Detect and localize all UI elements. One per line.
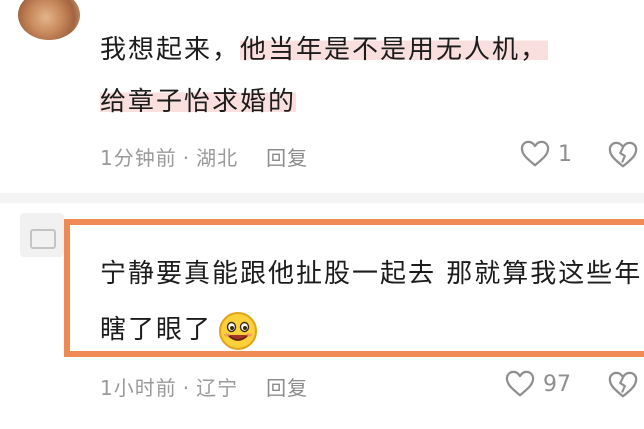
dislike-icon[interactable]: [608, 370, 638, 400]
comment-text: 我想起来，他当年是不是用无人机， 给章子怡求婚的: [100, 24, 640, 128]
heart-icon: [505, 370, 535, 397]
avatar[interactable]: [20, 213, 64, 257]
comment-text-body: 宁静要真能跟他扯股一起去 那就算我这些年瞎了眼了: [100, 259, 643, 345]
comment-location: 湖北: [196, 146, 239, 170]
comment-meta: 1小时前 · 辽宁 回复: [100, 372, 308, 401]
reply-button[interactable]: 回复: [266, 376, 308, 400]
comment-divider: [0, 193, 644, 203]
comment-time: 1小时前: [100, 376, 177, 400]
grin-emoji-icon: [219, 311, 258, 350]
meta-separator: ·: [182, 146, 191, 170]
like-button[interactable]: 97: [505, 370, 571, 398]
comment-time: 1分钟前: [100, 146, 177, 170]
avatar[interactable]: [18, 0, 80, 40]
like-count: 97: [543, 371, 571, 397]
comment-text: 宁静要真能跟他扯股一起去 那就算我这些年瞎了眼了: [100, 246, 644, 358]
comment-text-highlight: 他当年是不是用无人机，: [240, 35, 549, 65]
comment-text-highlight: 给章子怡求婚的: [100, 87, 297, 117]
heart-icon: [520, 140, 550, 167]
dislike-icon[interactable]: [608, 140, 638, 170]
meta-separator: ·: [182, 376, 191, 400]
comment-location: 辽宁: [196, 376, 239, 400]
like-count: 1: [558, 141, 572, 167]
reply-button[interactable]: 回复: [266, 146, 308, 170]
like-button[interactable]: 1: [520, 140, 572, 168]
comment-text-plain: 我想起来，: [100, 35, 241, 65]
comment-meta: 1分钟前 · 湖北 回复: [100, 142, 308, 171]
